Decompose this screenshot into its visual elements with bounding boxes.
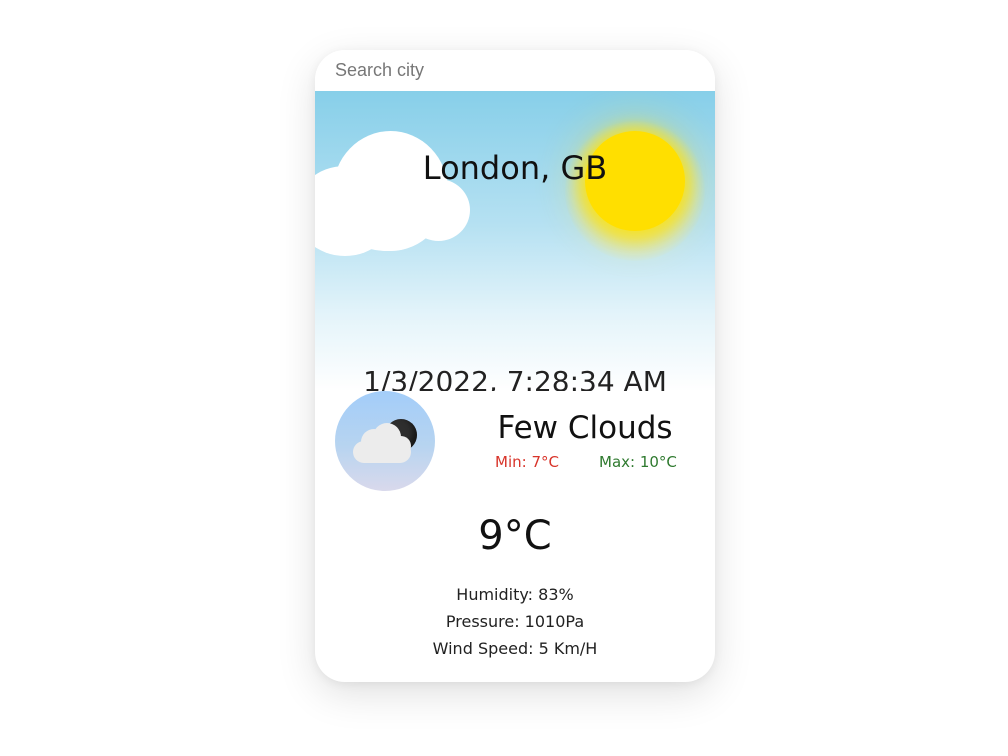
weather-condition: Few Clouds [497, 410, 673, 446]
weather-condition-icon [335, 391, 435, 491]
wind-speed: Wind Speed: 5 Km/H [432, 639, 598, 658]
search-city-input[interactable] [315, 50, 715, 91]
city-name: London, GB [422, 149, 608, 187]
search-bar [315, 50, 715, 91]
date-time: 1/3/2022, 7:28:34 AM [363, 365, 667, 391]
pressure: Pressure: 1010Pa [445, 612, 585, 631]
sky-background: London, GB 1/3/2022, 7:28:34 AM [315, 91, 715, 391]
min-temperature: Min: 7°C [495, 453, 559, 471]
current-temperature: 9°C [478, 513, 552, 559]
humidity: Humidity: 83% [456, 585, 574, 604]
weather-details: Humidity: 83% Pressure: 1010Pa Wind Spee… [315, 581, 715, 662]
max-temperature: Max: 10°C [599, 453, 677, 471]
weather-card: London, GB 1/3/2022, 7:28:34 AM Few Clou… [315, 50, 715, 682]
